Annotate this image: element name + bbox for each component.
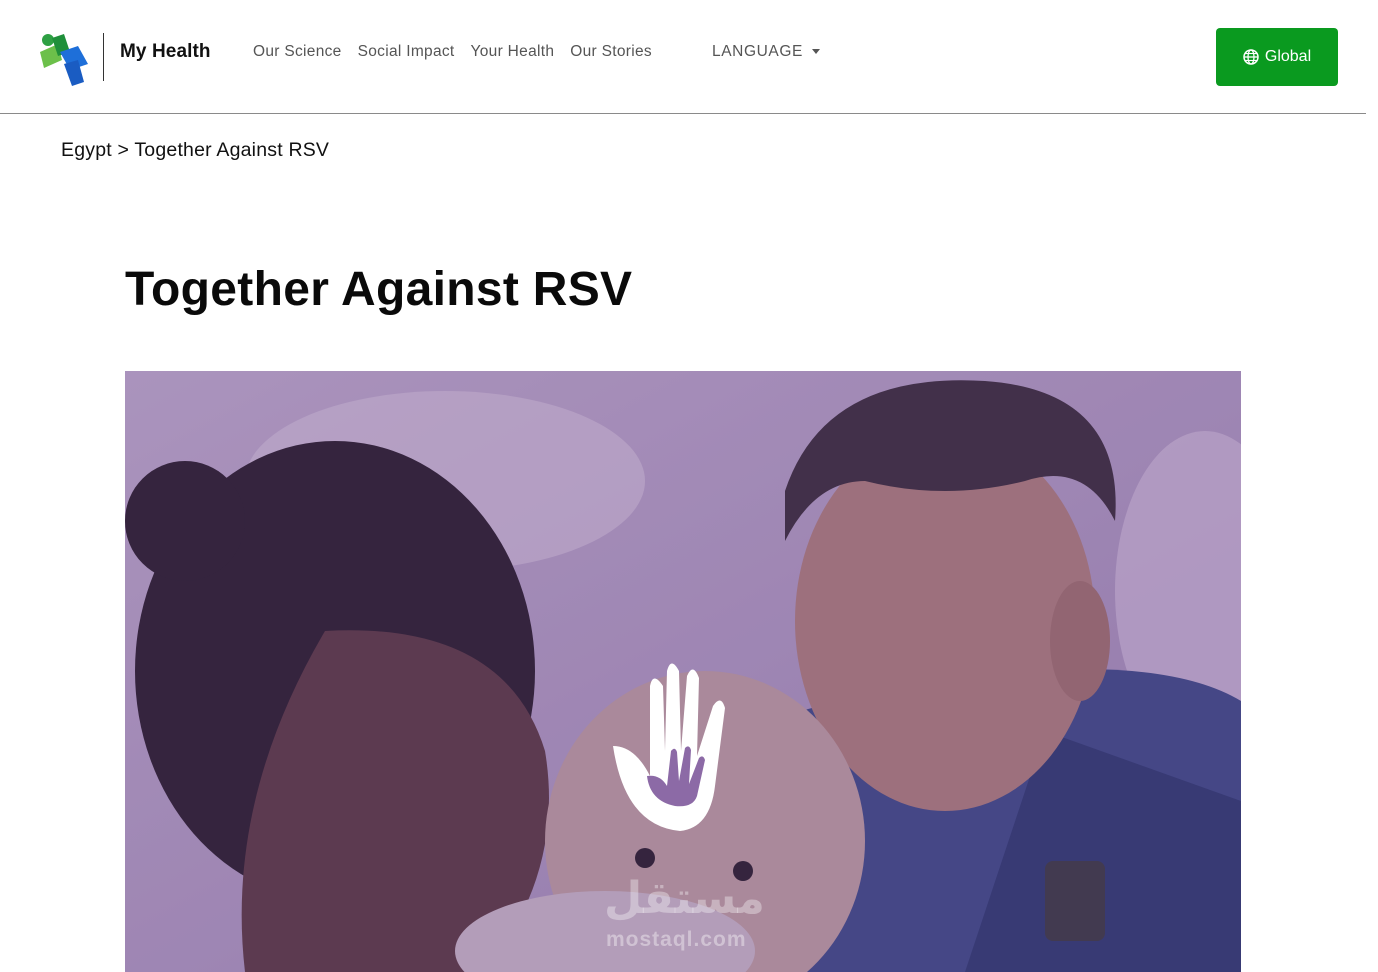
brand-name[interactable]: My Health: [120, 41, 211, 63]
brand-divider: [103, 33, 104, 81]
breadcrumb-current: Together Against RSV: [134, 139, 330, 161]
hand-in-hand-icon: [613, 663, 725, 831]
breadcrumb-parent[interactable]: Egypt: [61, 139, 112, 161]
nav-social-impact[interactable]: Social Impact: [358, 43, 455, 61]
global-button[interactable]: Global: [1216, 28, 1338, 86]
nav-our-stories[interactable]: Our Stories: [570, 43, 652, 61]
breadcrumb-separator: >: [117, 139, 130, 161]
watermark-latin: mostaql.com: [606, 928, 747, 951]
nav-your-health[interactable]: Your Health: [471, 43, 555, 61]
caret-down-icon: [811, 48, 820, 54]
watermark-arabic: مستقل: [604, 874, 765, 923]
main-nav: Our Science Social Impact Your Health Ou…: [253, 43, 668, 61]
globe-icon: [1243, 49, 1259, 65]
language-label: LANGUAGE: [712, 43, 803, 60]
page-title: Together Against RSV: [125, 263, 633, 316]
language-dropdown[interactable]: LANGUAGE: [712, 43, 820, 61]
breadcrumb: Egypt > Together Against RSV: [61, 139, 329, 162]
logo-icon[interactable]: [38, 30, 90, 86]
site-header: My Health Our Science Social Impact Your…: [0, 0, 1366, 114]
global-button-label: Global: [1264, 48, 1312, 65]
nav-our-science[interactable]: Our Science: [253, 43, 342, 61]
